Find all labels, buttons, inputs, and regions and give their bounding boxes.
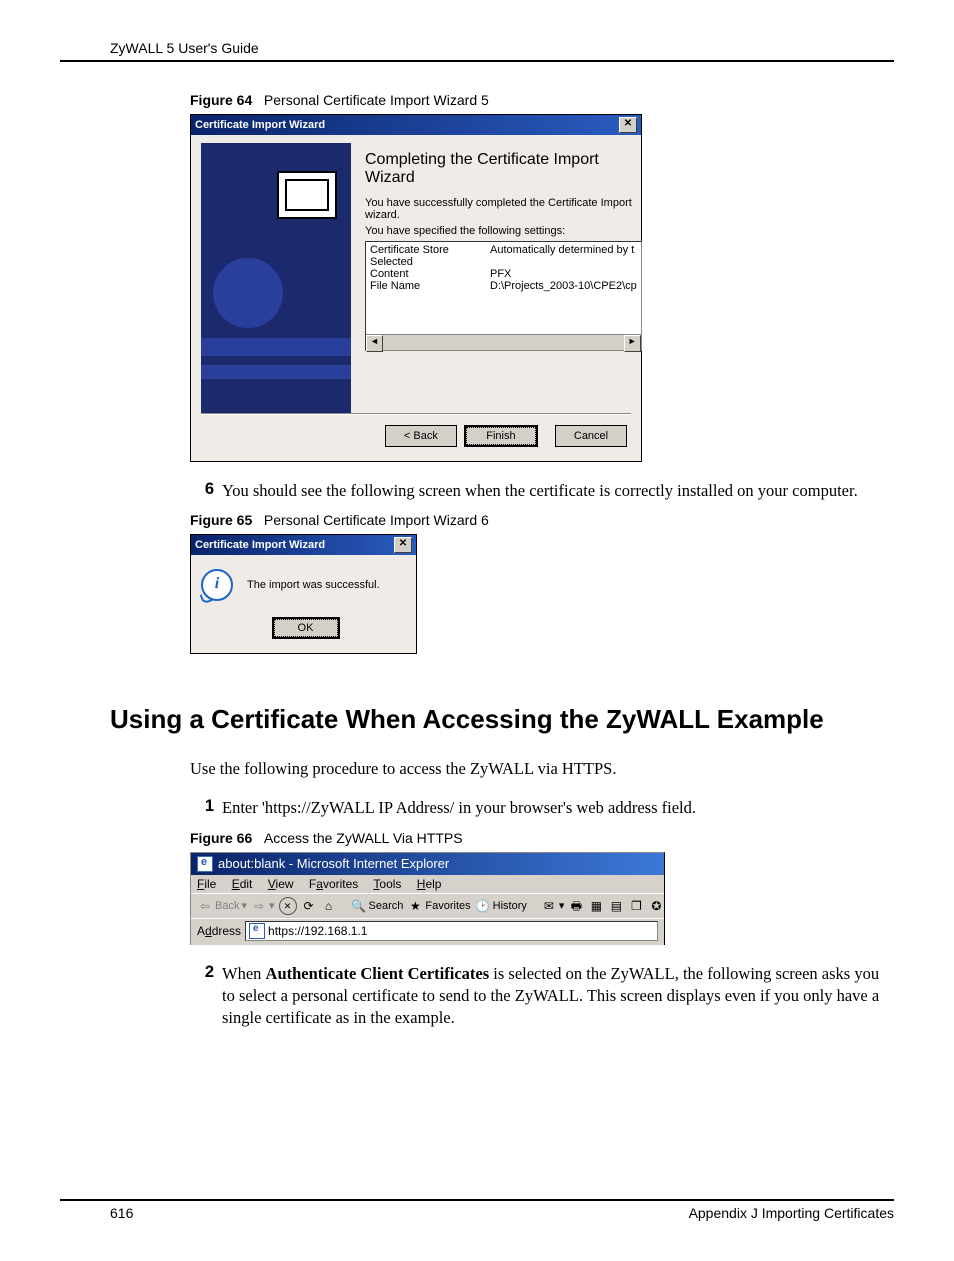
ie-titlebar: about:blank - Microsoft Internet Explore… [191, 853, 664, 875]
scroll-right-icon[interactable]: ► [624, 335, 641, 352]
step-text: Enter 'https://ZyWALL IP Address/ in you… [222, 797, 894, 819]
figure-64-title: Personal Certificate Import Wizard 5 [264, 92, 489, 108]
header-rule [60, 60, 894, 62]
forward-button[interactable]: ⇨ ▾ [251, 898, 275, 914]
history-icon: 🕑 [475, 898, 491, 914]
figure-64-caption: Figure 64 Personal Certificate Import Wi… [190, 92, 894, 108]
messenger-button[interactable]: ✪ [648, 898, 664, 914]
print-icon: 🖶 [568, 898, 584, 914]
step-num: 1 [192, 797, 214, 819]
step-text: When Authenticate Client Certificates is… [222, 963, 894, 1030]
menu-help[interactable]: Help [417, 877, 442, 891]
print-button[interactable]: 🖶 [568, 898, 584, 914]
messenger-icon: ✪ [648, 898, 664, 914]
menu-view[interactable]: View [268, 877, 294, 891]
edit-icon: ▦ [588, 898, 604, 914]
copy-button[interactable]: ❐ [628, 898, 644, 914]
copy-icon: ❐ [628, 898, 644, 914]
mail-icon: ✉ [541, 898, 557, 914]
step-6: 6 You should see the following screen wh… [192, 480, 894, 502]
step-2: 2 When Authenticate Client Certificates … [192, 963, 894, 1030]
section-paragraph: Use the following procedure to access th… [190, 759, 894, 779]
mail-button[interactable]: ✉▾ [541, 898, 565, 914]
ie-toolbar: ⇦Back ▾ ⇨ ▾ ✕ ⟳ ⌂ 🔍Search ★Favorites 🕑Hi… [191, 893, 664, 918]
menu-file[interactable]: File [197, 877, 216, 891]
settings-row: Certificate Store Selected Automatically… [370, 244, 637, 268]
refresh-icon: ⟳ [301, 898, 317, 914]
section-heading: Using a Certificate When Accessing the Z… [110, 704, 894, 735]
address-value: https://192.168.1.1 [268, 924, 367, 938]
wizard5-side-graphic [201, 143, 351, 413]
discuss-button[interactable]: ▤ [608, 898, 624, 914]
figure-65-title: Personal Certificate Import Wizard 6 [264, 512, 489, 528]
arrow-right-icon: ⇨ [251, 898, 267, 914]
ie-window: about:blank - Microsoft Internet Explore… [190, 852, 665, 945]
back-button[interactable]: ⇦Back ▾ [197, 898, 247, 914]
home-button[interactable]: ⌂ [321, 898, 337, 914]
wizard5-body1: You have successfully completed the Cert… [365, 197, 642, 221]
settings-row: Content PFX [370, 268, 637, 280]
figure-64-label: Figure 64 [190, 92, 252, 108]
ie-address-bar: Address https://192.168.1.1 [191, 918, 664, 945]
stop-icon: ✕ [279, 897, 297, 915]
footer-rule [60, 1199, 894, 1201]
arrow-left-icon: ⇦ [197, 898, 213, 914]
stop-button[interactable]: ✕ [279, 897, 297, 915]
wizard5-settings-list: Certificate Store Selected Automatically… [365, 241, 642, 351]
finish-button[interactable]: Finish [464, 425, 538, 447]
menu-favorites[interactable]: Favorites [309, 877, 358, 891]
figure-66-label: Figure 66 [190, 830, 252, 846]
wizard6-message: The import was successful. [247, 579, 380, 591]
search-button[interactable]: 🔍Search [351, 898, 404, 914]
wizard5-titlebar: Certificate Import Wizard ✕ [191, 115, 641, 135]
edit-button[interactable]: ▦ [588, 898, 604, 914]
step-num: 2 [192, 963, 214, 1030]
back-button[interactable]: < Back [385, 425, 457, 447]
wizard5-heading: Completing the Certificate Import Wizard [365, 151, 642, 187]
info-icon: i [201, 569, 233, 601]
h-scrollbar[interactable]: ◄ ► [366, 334, 641, 350]
close-icon[interactable]: ✕ [394, 537, 412, 553]
page-icon [249, 923, 265, 939]
figure-66-caption: Figure 66 Access the ZyWALL Via HTTPS [190, 830, 894, 846]
scroll-left-icon[interactable]: ◄ [366, 335, 383, 352]
ie-menu-bar[interactable]: File Edit View Favorites Tools Help [191, 875, 664, 893]
certificate-icon [277, 171, 337, 219]
refresh-button[interactable]: ⟳ [301, 898, 317, 914]
history-button[interactable]: 🕑History [475, 898, 527, 914]
wizard6-title-text: Certificate Import Wizard [195, 539, 325, 551]
figure-66-title: Access the ZyWALL Via HTTPS [264, 830, 463, 846]
ie-icon [197, 856, 213, 872]
ie-title-text: about:blank - Microsoft Internet Explore… [218, 856, 449, 871]
cancel-button[interactable]: Cancel [555, 425, 627, 447]
favorites-button[interactable]: ★Favorites [407, 898, 470, 914]
wizard6-titlebar: Certificate Import Wizard ✕ [191, 535, 416, 555]
footer: 616 Appendix J Importing Certificates [60, 1205, 894, 1221]
address-label: Address [197, 924, 241, 938]
address-input[interactable]: https://192.168.1.1 [245, 921, 658, 941]
settings-row: File Name D:\Projects_2003-10\CPE2\cp [370, 280, 637, 292]
close-icon[interactable]: ✕ [619, 117, 637, 133]
step-num: 6 [192, 480, 214, 502]
home-icon: ⌂ [321, 898, 337, 914]
menu-edit[interactable]: Edit [232, 877, 253, 891]
step-1: 1 Enter 'https://ZyWALL IP Address/ in y… [192, 797, 894, 819]
page-number: 616 [110, 1205, 133, 1221]
wizard5-body2: You have specified the following setting… [365, 225, 642, 237]
step-text: You should see the following screen when… [222, 480, 894, 502]
wizard6-dialog: Certificate Import Wizard ✕ i The import… [190, 534, 417, 654]
figure-65-caption: Figure 65 Personal Certificate Import Wi… [190, 512, 894, 528]
menu-tools[interactable]: Tools [373, 877, 401, 891]
footer-section: Appendix J Importing Certificates [689, 1205, 894, 1221]
running-header: ZyWALL 5 User's Guide [60, 40, 894, 60]
figure-65-label: Figure 65 [190, 512, 252, 528]
wizard5-dialog: Certificate Import Wizard ✕ Completing t… [190, 114, 642, 462]
discuss-icon: ▤ [608, 898, 624, 914]
wizard5-title-text: Certificate Import Wizard [195, 119, 325, 131]
search-icon: 🔍 [351, 898, 367, 914]
ok-button[interactable]: OK [272, 617, 340, 639]
favorites-icon: ★ [407, 898, 423, 914]
